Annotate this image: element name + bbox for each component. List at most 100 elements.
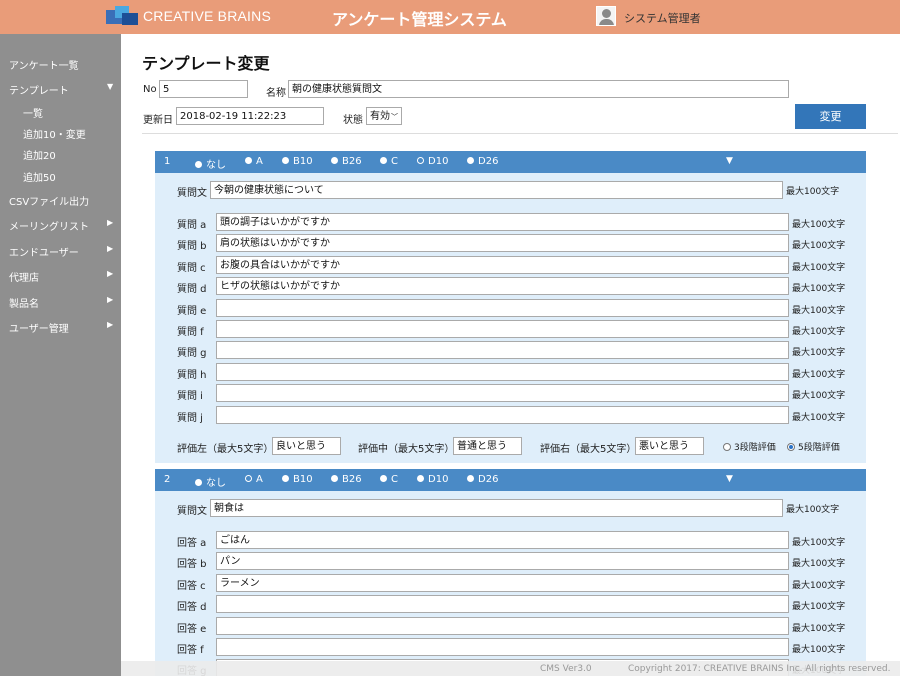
radio-icon: [282, 475, 289, 482]
option-label: なし: [206, 160, 226, 171]
no-input[interactable]: 5: [159, 80, 248, 98]
collapse-toggle-icon[interactable]: ▼: [726, 156, 733, 166]
option-c[interactable]: C: [380, 474, 398, 485]
sidebar-item-product[interactable]: 製品名 ▶: [9, 295, 117, 310]
option-label: D26: [478, 474, 499, 485]
option-b10[interactable]: B10: [282, 474, 313, 485]
sidebar-subitem-list[interactable]: 一覧: [23, 105, 131, 120]
sidebar-subitem-add50[interactable]: 追加50: [23, 169, 131, 184]
sidebar-item-label: テンプレート: [9, 86, 69, 97]
row-input[interactable]: ヒザの状態はいかがですか: [216, 277, 789, 296]
question-text-input[interactable]: 今朝の健康状態について: [210, 181, 783, 199]
option-d26[interactable]: D26: [467, 474, 498, 485]
sidebar-subitem-add20[interactable]: 追加20: [23, 147, 131, 162]
sidebar-item-mailing-list[interactable]: メーリングリスト ▶: [9, 218, 117, 233]
sidebar-item-user-admin[interactable]: ユーザー管理 ▶: [9, 320, 117, 335]
max-length-note: 最大100文字: [792, 284, 846, 295]
eval-left-input[interactable]: 良いと思う: [272, 437, 341, 455]
option-label: B26: [342, 474, 362, 485]
max-length-note: 最大100文字: [792, 412, 846, 423]
chevron-right-icon: ▶: [107, 295, 114, 304]
row-input[interactable]: [216, 298, 789, 317]
row-input[interactable]: パン: [216, 552, 789, 571]
scale-3-option[interactable]: 3段階評価: [723, 440, 776, 453]
option-d10[interactable]: D10: [417, 156, 448, 167]
eval-mid-input[interactable]: 普通と思う: [453, 437, 522, 455]
row-input[interactable]: ラーメン: [216, 573, 789, 592]
option-d10[interactable]: D10: [417, 474, 448, 485]
max-length-note: 最大100文字: [792, 538, 846, 548]
radio-selected-icon: [245, 475, 252, 482]
row-input[interactable]: 頭の調子はいかがですか: [216, 213, 789, 231]
row-input[interactable]: [216, 320, 789, 338]
max-length-note: 最大100文字: [786, 505, 840, 515]
question-text-label: 質問文: [177, 506, 207, 517]
option-b10[interactable]: B10: [282, 156, 313, 167]
status-select[interactable]: 有効﹀: [366, 107, 402, 125]
sidebar-subitem-add10[interactable]: 追加10・変更: [23, 126, 131, 141]
sidebar-item-agency[interactable]: 代理店 ▶: [9, 269, 117, 284]
chevron-down-icon: ▼: [107, 82, 114, 91]
option-a[interactable]: A: [245, 156, 263, 167]
chevron-right-icon: ▶: [107, 320, 114, 329]
max-length-note: 最大100文字: [792, 645, 846, 655]
eval-right-input[interactable]: 悪いと思う: [635, 437, 704, 455]
chevron-right-icon: ▶: [107, 269, 114, 278]
sidebar-item-survey-list[interactable]: アンケート一覧: [9, 57, 117, 72]
radio-icon: [245, 157, 252, 164]
row-input[interactable]: [216, 384, 789, 403]
row-label: 質問 b: [177, 241, 207, 253]
row-input[interactable]: ごはん: [216, 531, 789, 549]
name-input[interactable]: 朝の健康状態質問文: [288, 80, 789, 98]
max-length-note: 最大100文字: [792, 559, 846, 570]
row-input[interactable]: [216, 341, 789, 360]
scale-5-option[interactable]: 5段階評価: [787, 440, 840, 453]
radio-icon: [417, 475, 424, 482]
question-text-input[interactable]: 朝食は: [210, 499, 783, 517]
user-name[interactable]: システム管理者: [624, 10, 701, 26]
row-label: 質問 g: [177, 348, 207, 360]
max-length-note: 最大100文字: [792, 369, 846, 380]
max-length-note: 最大100文字: [792, 391, 846, 402]
option-b26[interactable]: B26: [331, 474, 362, 485]
option-nashi[interactable]: なし: [195, 156, 226, 171]
row-label: 質問 j: [177, 412, 203, 424]
updated-input[interactable]: 2018-02-19 11:22:23: [176, 107, 324, 125]
copyright-text: Copyright 2017: CREATIVE BRAINS Inc. All…: [628, 664, 891, 674]
user-avatar-icon[interactable]: [596, 6, 616, 26]
row-input[interactable]: [216, 638, 789, 656]
sidebar-item-csv-export[interactable]: CSVファイル出力: [9, 193, 117, 208]
option-d26[interactable]: D26: [467, 156, 498, 167]
row-input[interactable]: お腹の具合はいかがですか: [216, 255, 789, 274]
radio-icon: [380, 475, 387, 482]
version-text: CMS Ver3.0: [540, 664, 592, 674]
collapse-toggle-icon[interactable]: ▼: [726, 474, 733, 484]
max-length-note: 最大100文字: [792, 220, 846, 230]
question-number: 2: [164, 474, 171, 485]
max-length-note: 最大100文字: [792, 327, 846, 337]
row-input[interactable]: [216, 362, 789, 381]
sidebar-item-end-user[interactable]: エンドユーザー ▶: [9, 244, 117, 259]
option-nashi[interactable]: なし: [195, 474, 226, 489]
option-label: なし: [206, 478, 226, 489]
submit-button[interactable]: 変更: [795, 104, 866, 129]
row-label: 質問 i: [177, 391, 203, 403]
chevron-down-icon: ﹀: [391, 113, 398, 121]
row-input[interactable]: [216, 595, 789, 614]
option-b26[interactable]: B26: [331, 156, 362, 167]
sidebar-item-label: メーリングリスト: [9, 222, 89, 233]
row-input[interactable]: [216, 405, 789, 424]
option-label: A: [256, 474, 263, 485]
option-c[interactable]: C: [380, 156, 398, 167]
row-input[interactable]: 肩の状態はいかがですか: [216, 234, 789, 253]
sidebar-item-template[interactable]: テンプレート ▼: [9, 82, 117, 97]
option-a[interactable]: A: [245, 474, 263, 485]
header-bar: CREATIVE BRAINS アンケート管理システム システム管理者: [0, 0, 900, 34]
status-label: 状態: [343, 115, 363, 126]
radio-selected-icon: [417, 157, 424, 164]
eval-left-label: 評価左（最大5文字）: [177, 444, 274, 455]
radio-icon: [282, 157, 289, 164]
option-label: B10: [293, 474, 313, 485]
eval-mid-label: 評価中（最大5文字）: [358, 444, 455, 455]
row-input[interactable]: [216, 616, 789, 635]
